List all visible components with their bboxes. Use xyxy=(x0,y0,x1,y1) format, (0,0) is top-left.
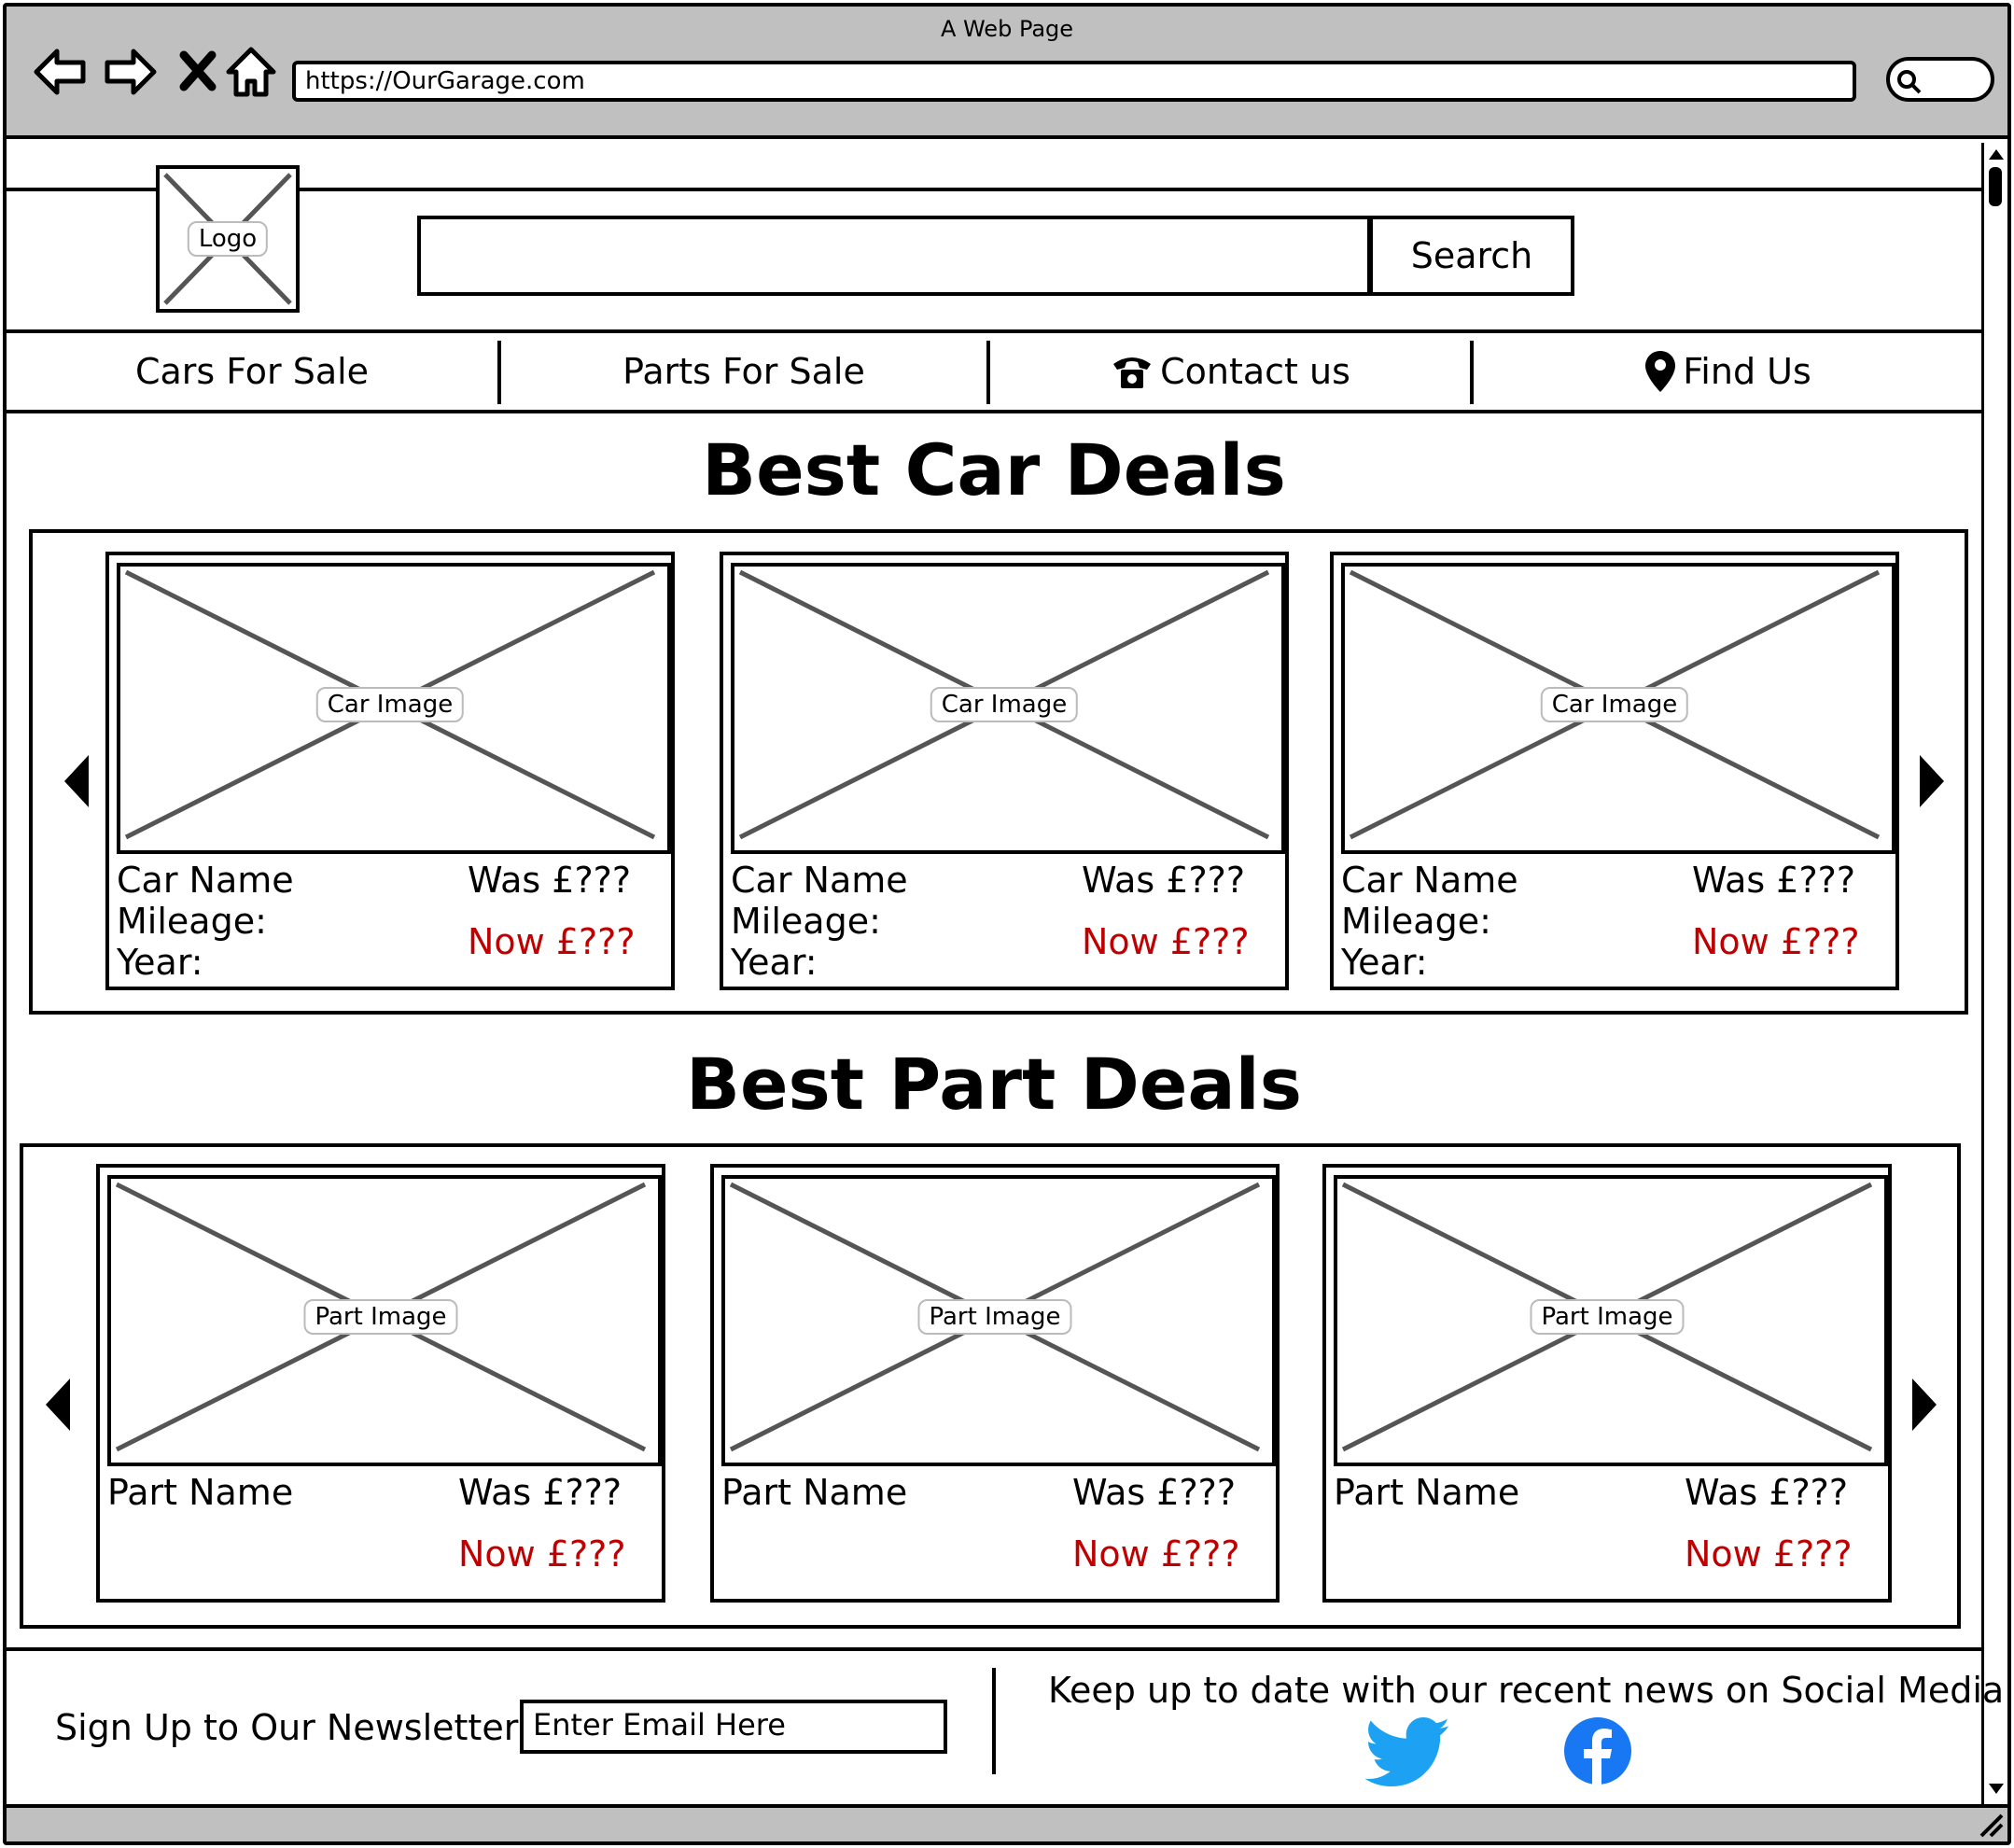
part-image: Part Image xyxy=(107,1175,662,1466)
image-label: Car Image xyxy=(1540,687,1689,722)
car-mileage: Mileage: xyxy=(731,901,881,942)
nav-item-cars-for-sale[interactable]: Cars For Sale xyxy=(7,333,497,410)
scrollbar-thumb[interactable] xyxy=(1989,167,2002,206)
car-image: Car Image xyxy=(1341,563,1895,854)
map-pin-icon xyxy=(1645,351,1676,392)
logo-label: Logo xyxy=(187,221,269,257)
main-nav: Cars For Sale Parts For Sale Contact us … xyxy=(7,329,1981,413)
carousel-prev-icon[interactable] xyxy=(42,1377,76,1433)
part-deals-carousel: Part Image Part Name Was £??? Now £??? P… xyxy=(20,1143,1961,1629)
header-top-rule xyxy=(7,188,1981,191)
part-deal-card[interactable]: Part Image Part Name Was £??? Now £??? xyxy=(1322,1164,1892,1603)
logo[interactable]: Logo xyxy=(156,165,300,313)
home-icon[interactable] xyxy=(221,42,281,102)
car-deal-card[interactable]: Car Image Car Name Mileage: Year: Was £?… xyxy=(1330,552,1899,990)
back-arrow-icon[interactable] xyxy=(31,42,91,102)
status-bar xyxy=(7,1804,2007,1841)
car-name: Car Name xyxy=(117,860,294,901)
scroll-up-icon[interactable] xyxy=(1987,147,2006,161)
car-year: Year: xyxy=(731,942,818,983)
carousel-next-icon[interactable] xyxy=(1907,1377,1940,1433)
carousel-prev-icon[interactable] xyxy=(61,753,94,809)
image-label: Part Image xyxy=(303,1299,458,1335)
footer-separator xyxy=(992,1668,996,1774)
now-price: Now £??? xyxy=(1685,1533,1853,1575)
telephone-icon xyxy=(1113,357,1152,388)
nav-item-parts-for-sale[interactable]: Parts For Sale xyxy=(501,333,986,410)
car-year: Year: xyxy=(117,942,203,983)
was-price: Was £??? xyxy=(1082,860,1245,901)
search-input[interactable] xyxy=(417,216,1371,296)
was-price: Was £??? xyxy=(1685,1472,1848,1513)
nav-item-label: Cars For Sale xyxy=(134,351,370,392)
now-price: Now £??? xyxy=(1692,921,1860,962)
browser-window: A Web Page https://OurGarage.com Logo Se… xyxy=(3,3,2011,1845)
car-deals-carousel: Car Image Car Name Mileage: Year: Was £?… xyxy=(29,529,1968,1015)
search-icon xyxy=(1897,70,1922,94)
car-deals-title: Best Car Deals xyxy=(702,428,1286,511)
email-field[interactable]: Enter Email Here xyxy=(520,1700,947,1754)
resize-grip-icon[interactable] xyxy=(1978,1812,2006,1840)
nav-item-label: Contact us xyxy=(1160,351,1350,392)
was-price: Was £??? xyxy=(1692,860,1855,901)
carousel-next-icon[interactable] xyxy=(1914,753,1948,809)
close-icon[interactable] xyxy=(169,42,229,102)
was-price: Was £??? xyxy=(468,860,631,901)
part-image: Part Image xyxy=(721,1175,1276,1466)
image-label: Part Image xyxy=(917,1299,1072,1335)
image-label: Car Image xyxy=(930,687,1079,722)
part-deals-title: Best Part Deals xyxy=(686,1043,1302,1126)
image-label: Car Image xyxy=(315,687,465,722)
scroll-down-icon[interactable] xyxy=(1987,1782,2006,1797)
search-button[interactable]: Search xyxy=(1369,216,1574,296)
part-image: Part Image xyxy=(1334,1175,1888,1466)
part-deal-card[interactable]: Part Image Part Name Was £??? Now £??? xyxy=(96,1164,665,1603)
image-label: Part Image xyxy=(1530,1299,1685,1335)
facebook-icon[interactable] xyxy=(1563,1716,1632,1785)
part-deal-card[interactable]: Part Image Part Name Was £??? Now £??? xyxy=(710,1164,1280,1603)
car-name: Car Name xyxy=(731,860,908,901)
now-price: Now £??? xyxy=(1082,921,1250,962)
newsletter-label: Sign Up to Our Newsletter: xyxy=(55,1707,530,1748)
car-deal-card[interactable]: Car Image Car Name Mileage: Year: Was £?… xyxy=(105,552,675,990)
now-price: Now £??? xyxy=(468,921,636,962)
forward-arrow-icon[interactable] xyxy=(100,42,160,102)
car-year: Year: xyxy=(1341,942,1428,983)
vertical-scrollbar[interactable] xyxy=(1981,143,2007,1804)
car-name: Car Name xyxy=(1341,860,1518,901)
window-title: A Web Page xyxy=(940,16,1074,42)
social-media-text: Keep up to date with our recent news on … xyxy=(1048,1670,2005,1711)
car-image: Car Image xyxy=(731,563,1285,854)
part-name: Part Name xyxy=(1334,1472,1520,1513)
url-bar[interactable]: https://OurGarage.com xyxy=(292,61,1856,102)
part-name: Part Name xyxy=(107,1472,294,1513)
car-mileage: Mileage: xyxy=(1341,901,1491,942)
browser-toolbar: A Web Page https://OurGarage.com xyxy=(7,7,2007,139)
footer: Sign Up to Our Newsletter: Enter Email H… xyxy=(7,1647,2004,1804)
now-price: Now £??? xyxy=(458,1533,626,1575)
was-price: Was £??? xyxy=(458,1472,622,1513)
was-price: Was £??? xyxy=(1072,1472,1236,1513)
now-price: Now £??? xyxy=(1072,1533,1240,1575)
car-image: Car Image xyxy=(117,563,671,854)
part-name: Part Name xyxy=(721,1472,908,1513)
nav-item-contact-us[interactable]: Contact us xyxy=(990,333,1470,410)
nav-item-label: Parts For Sale xyxy=(622,351,865,392)
nav-item-label: Find Us xyxy=(1683,351,1811,392)
car-mileage: Mileage: xyxy=(117,901,267,942)
car-deal-card[interactable]: Car Image Car Name Mileage: Year: Was £?… xyxy=(720,552,1289,990)
twitter-icon[interactable] xyxy=(1365,1716,1451,1789)
browser-search-field[interactable] xyxy=(1886,57,1994,102)
nav-item-find-us[interactable]: Find Us xyxy=(1474,333,1981,410)
